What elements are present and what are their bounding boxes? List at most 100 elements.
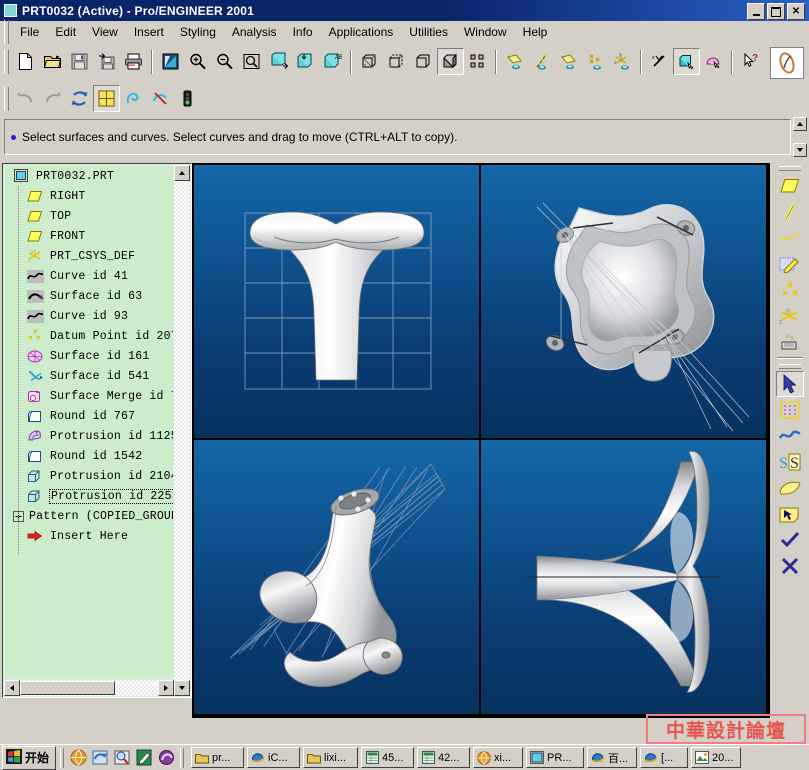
menu-item-help[interactable]: Help	[515, 23, 556, 41]
taskbar-item-9[interactable]: 20...	[691, 747, 741, 768]
create-datum-evaluate-icon[interactable]	[776, 329, 804, 355]
datum-axis-display-icon[interactable]	[528, 48, 555, 75]
tree-item-insert-here[interactable]: Insert Here	[5, 526, 173, 546]
quicklaunch-media-icon[interactable]	[156, 748, 176, 768]
model-tree-vertical-scrollbar[interactable]	[174, 165, 190, 696]
viewport-bottom-right[interactable]	[481, 440, 766, 714]
print-icon[interactable]	[120, 48, 147, 75]
regenerate-icon[interactable]	[66, 85, 93, 112]
menu-item-file[interactable]: File	[12, 23, 47, 41]
repaint-icon[interactable]	[157, 48, 184, 75]
toolbar-grip-2[interactable]	[4, 87, 9, 111]
taskbar-item-5[interactable]: xi...	[473, 747, 523, 768]
context-help-icon[interactable]: ?	[737, 48, 764, 75]
taskbar-item-3[interactable]: 45...	[361, 747, 414, 768]
tree-item-top[interactable]: TOP	[5, 206, 173, 226]
create-datum-curve-icon[interactable]	[776, 225, 804, 251]
viewport-top-right[interactable]	[481, 165, 766, 438]
close-button[interactable]: ✕	[787, 3, 805, 20]
tree-hscroll-track[interactable]	[20, 680, 158, 696]
annotate-view-icon[interactable]: AB	[319, 48, 346, 75]
create-datum-plane-icon[interactable]	[776, 173, 804, 199]
model-player-icon[interactable]	[673, 48, 700, 75]
tree-scroll-right-button[interactable]	[158, 680, 174, 696]
minimize-button[interactable]	[747, 3, 765, 20]
start-button[interactable]: 开始	[2, 746, 56, 770]
undo-icon[interactable]	[12, 85, 39, 112]
simp-rep-icon[interactable]	[464, 48, 491, 75]
saved-view-icon[interactable]	[265, 48, 292, 75]
tree-item-curve-93[interactable]: Curve id 93	[5, 306, 173, 326]
create-datum-point-icon[interactable]	[776, 277, 804, 303]
menu-item-utilities[interactable]: Utilities	[401, 23, 456, 41]
viewport-top-left[interactable]	[194, 165, 479, 438]
quicklaunch-grip[interactable]	[60, 748, 64, 768]
shading-icon[interactable]	[437, 48, 464, 75]
reorient-icon[interactable]	[292, 48, 319, 75]
taskbar-item-0[interactable]: pr...	[191, 747, 244, 768]
toolbar-grip-1[interactable]	[4, 50, 9, 74]
tree-item-pattern[interactable]: Pattern (COPIED_GROUP)	[5, 506, 173, 526]
curve-tool-icon[interactable]	[776, 423, 804, 449]
tree-item-surface-merge-73[interactable]: Surface Merge id 73:	[5, 386, 173, 406]
quicklaunch-edit-icon[interactable]	[134, 748, 154, 768]
create-datum-axis-icon[interactable]	[776, 199, 804, 225]
select-toolbar-grip[interactable]	[779, 364, 801, 369]
cancel-x-icon[interactable]	[776, 553, 804, 579]
tree-item-curve-41[interactable]: Curve id 41	[5, 266, 173, 286]
tree-item-right[interactable]: RIGHT	[5, 186, 173, 206]
graphics-area[interactable]	[192, 163, 770, 718]
tree-scroll-track[interactable]	[174, 181, 190, 680]
tree-item-front[interactable]: FRONT	[5, 226, 173, 246]
style-surface-icon[interactable]	[776, 475, 804, 501]
style-curve-icon[interactable]: SS	[776, 449, 804, 475]
color-appearance-icon[interactable]	[700, 48, 727, 75]
no-hidden-icon[interactable]	[410, 48, 437, 75]
tree-item-surface-161[interactable]: Surface id 161	[5, 346, 173, 366]
tree-item-round-767[interactable]: Round id 767	[5, 406, 173, 426]
refit-icon[interactable]	[238, 48, 265, 75]
hidden-line-icon[interactable]	[383, 48, 410, 75]
menu-item-applications[interactable]: Applications	[321, 23, 402, 41]
tree-item-surface-63[interactable]: Surface id 63	[5, 286, 173, 306]
four-view-icon[interactable]	[93, 85, 120, 112]
spin-center-icon[interactable]: x	[646, 48, 673, 75]
surface-select-icon[interactable]	[776, 397, 804, 423]
model-tree-horizontal-scrollbar[interactable]	[4, 680, 174, 696]
menu-grip[interactable]	[4, 20, 9, 44]
wireframe-icon[interactable]	[356, 48, 383, 75]
curve-hide-icon[interactable]	[147, 85, 174, 112]
feature-toolbar-grip[interactable]	[779, 166, 801, 171]
menu-item-styling[interactable]: Styling	[172, 23, 224, 41]
taskbar-item-7[interactable]: 百...	[587, 747, 637, 768]
select-arrow-icon[interactable]	[776, 371, 804, 397]
message-scroll-down-button[interactable]	[793, 143, 807, 157]
datum-point-display-icon[interactable]	[582, 48, 609, 75]
tasks-grip[interactable]	[180, 748, 184, 768]
tree-scroll-left-button[interactable]	[4, 680, 20, 696]
menu-item-edit[interactable]: Edit	[47, 23, 84, 41]
tree-hscroll-thumb[interactable]	[20, 681, 115, 695]
menu-item-view[interactable]: View	[84, 23, 126, 41]
model-tree-list[interactable]: PRT0032.PRT RIGHT TOP FRONT	[5, 166, 173, 675]
taskbar-item-1[interactable]: iC...	[247, 747, 300, 768]
menu-item-insert[interactable]: Insert	[126, 23, 172, 41]
zoom-out-icon[interactable]	[211, 48, 238, 75]
new-file-icon[interactable]	[12, 48, 39, 75]
pro-e-logo-icon[interactable]	[770, 47, 804, 79]
tree-item-datum-point-207[interactable]: Datum Point id 207	[5, 326, 173, 346]
datum-plane-display2-icon[interactable]	[555, 48, 582, 75]
tree-item-round-1542[interactable]: Round id 1542	[5, 446, 173, 466]
taskbar-item-6[interactable]: PR...	[526, 747, 584, 768]
message-scroll-up-button[interactable]	[793, 117, 807, 131]
quicklaunch-browser-icon[interactable]	[68, 748, 88, 768]
menu-item-info[interactable]: Info	[285, 23, 321, 41]
redo-icon[interactable]	[39, 85, 66, 112]
tree-scroll-up-button[interactable]	[174, 165, 190, 181]
accept-check-icon[interactable]	[776, 527, 804, 553]
zoom-in-icon[interactable]	[184, 48, 211, 75]
message-scrollbar[interactable]	[793, 117, 807, 157]
maximize-button[interactable]	[767, 3, 785, 20]
create-csys-icon[interactable]: zy	[776, 303, 804, 329]
tree-item-protrusion-2253[interactable]: Protrusion id 2253	[5, 486, 173, 506]
